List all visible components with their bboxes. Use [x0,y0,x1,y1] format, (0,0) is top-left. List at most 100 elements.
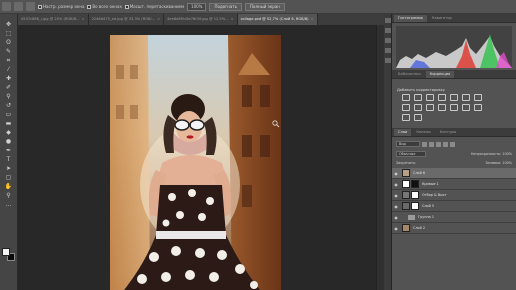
more-tools-icon[interactable]: … [4,202,13,208]
paragraph-panel-icon[interactable] [384,58,391,63]
histogram-chart [396,34,512,68]
brightness-icon[interactable] [402,94,410,101]
gradient-tool-icon[interactable]: ▬ [4,121,13,127]
vibrance-icon[interactable] [450,94,458,101]
photo-filter-icon[interactable] [414,104,422,111]
clone-stamp-tool-icon[interactable]: ⚲ [4,94,13,100]
close-icon[interactable]: × [231,14,234,25]
layer-name: Слой 5 [422,204,435,208]
curves-icon[interactable] [426,94,434,101]
document-canvas[interactable] [110,35,281,290]
selective-color-icon[interactable] [414,114,422,121]
dodge-tool-icon[interactable]: ● [4,139,13,145]
hand-tool-icon[interactable]: ✋ [4,184,13,190]
posterize-icon[interactable] [462,104,470,111]
close-icon[interactable]: × [82,14,85,25]
crop-tool-icon[interactable]: ⌗ [4,58,13,64]
resize-windows-checkbox[interactable]: Настр. размер окна [38,4,84,9]
close-icon[interactable]: × [157,14,160,25]
canvas-area[interactable] [18,25,384,290]
eyedropper-tool-icon[interactable]: ⁄ [4,67,13,73]
color-swatches[interactable] [2,248,16,262]
brush-tool-icon[interactable]: ✐ [4,85,13,91]
visibility-eye-icon[interactable]: ◉ [392,171,400,176]
layer-thumbnail [402,202,410,210]
zoom-out-icon[interactable] [26,2,35,11]
gradient-map-icon[interactable] [402,114,410,121]
tab-document-active[interactable]: collage.psd @ 52,7% (Слой 6, RGB/8) × [237,14,318,25]
color-lookup-icon[interactable] [438,104,446,111]
close-icon[interactable]: × [311,14,314,25]
marquee-tool-icon[interactable]: ⬚ [4,31,13,37]
zoom-tool-icon[interactable]: ⚲ [4,193,13,199]
foreground-color[interactable] [2,248,10,256]
layer-row[interactable]: ◉ Слой 6 [392,168,516,179]
smart-filter-icon[interactable] [450,141,455,147]
fit-screen-button[interactable]: Подогнать [209,2,243,11]
visibility-eye-icon[interactable]: ◉ [392,215,400,220]
adjustment-icons [402,94,483,121]
channel-mixer-icon[interactable] [426,104,434,111]
layer-row[interactable]: ◉ Группа 1 [392,212,516,223]
visibility-eye-icon[interactable]: ◉ [392,193,400,198]
layers-list: ◉ Слой 6 ◉ Кривые 1 ◉ Отбор & Выст ◉ Сло… [392,168,516,234]
layer-thumbnail [402,224,410,232]
adjustment-filter-icon[interactable] [429,141,434,147]
properties-panel-icon[interactable] [384,38,391,43]
layer-row[interactable]: ◉ Слой 2 [392,223,516,234]
threshold-icon[interactable] [474,104,482,111]
scrubby-zoom-checkbox[interactable]: Масшт. перетаскиванием [124,4,184,9]
pixel-filter-icon[interactable] [422,141,427,147]
tab-navigator[interactable]: Навигатор [428,15,456,22]
opacity-field[interactable]: Непрозрачность: 100% [471,152,512,156]
blend-mode-select[interactable]: Обычные [396,151,426,157]
levels-icon[interactable] [414,94,422,101]
shape-tool-icon[interactable]: ▢ [4,175,13,181]
black-white-icon[interactable] [402,104,410,111]
move-tool-icon[interactable]: ✥ [4,22,13,28]
pen-tool-icon[interactable]: ✒ [4,148,13,154]
quick-select-tool-icon[interactable]: ✎ [4,49,13,55]
zoom-in-icon[interactable] [14,2,23,11]
visibility-eye-icon[interactable]: ◉ [392,226,400,231]
layer-row[interactable]: ◉ Слой 5 [392,201,516,212]
layer-row[interactable]: ◉ Отбор & Выст [392,190,516,201]
blur-tool-icon[interactable]: ◆ [4,130,13,136]
zoom-percent-select[interactable]: 100% [187,2,207,11]
visibility-eye-icon[interactable]: ◉ [392,182,400,187]
exposure-icon[interactable] [438,94,446,101]
fill-field[interactable]: Заливка: 100% [485,161,512,165]
tab-document-1[interactable]: 4537c886_l.jpg @ 25% (RGB/8... × [18,14,89,25]
tab-paths[interactable]: Контуры [436,129,460,136]
type-tool-icon[interactable]: T [4,157,13,163]
vertical-scrollbar[interactable] [376,25,384,290]
tab-channels[interactable]: Каналы [412,129,434,136]
type-filter-icon[interactable] [436,141,441,147]
layer-row[interactable]: ◉ Кривые 1 [392,179,516,190]
tab-layers[interactable]: Слои [394,129,412,136]
tab-histogram[interactable]: Гистограмма [394,15,427,22]
tab-document-3[interactable]: 4ee8d6f5c8e76f39.jpg @ 12,5%... × [164,14,238,25]
history-brush-tool-icon[interactable]: ↺ [4,103,13,109]
character-panel-icon[interactable] [384,48,391,53]
layer-filter-select[interactable]: Вид [396,141,420,147]
history-panel-icon[interactable] [384,18,391,23]
eraser-tool-icon[interactable]: ▭ [4,112,13,118]
healing-brush-tool-icon[interactable]: ✚ [4,76,13,82]
color-balance-icon[interactable] [474,94,482,101]
tab-adjustments[interactable]: Коррекция [425,71,455,78]
fill-screen-button[interactable]: Полный экран [245,2,285,11]
actions-panel-icon[interactable] [384,28,391,33]
visibility-eye-icon[interactable]: ◉ [392,204,400,209]
all-windows-checkbox[interactable]: Во всех окнах [87,4,122,9]
hue-saturation-icon[interactable] [462,94,470,101]
tab-libraries[interactable]: Библиотеки [394,71,425,78]
shape-filter-icon[interactable] [443,141,448,147]
folder-icon [408,214,415,220]
invert-icon[interactable] [450,104,458,111]
path-select-tool-icon[interactable]: ➤ [4,166,13,172]
lasso-tool-icon[interactable]: ʘ [4,40,13,46]
options-bar: Настр. размер окна Во всех окнах Масшт. … [0,0,516,14]
tab-document-2[interactable]: 2246d475_ed.jpg @ 33,3% (RGB/... × [88,14,165,25]
zoom-tool-icon[interactable] [2,2,11,11]
